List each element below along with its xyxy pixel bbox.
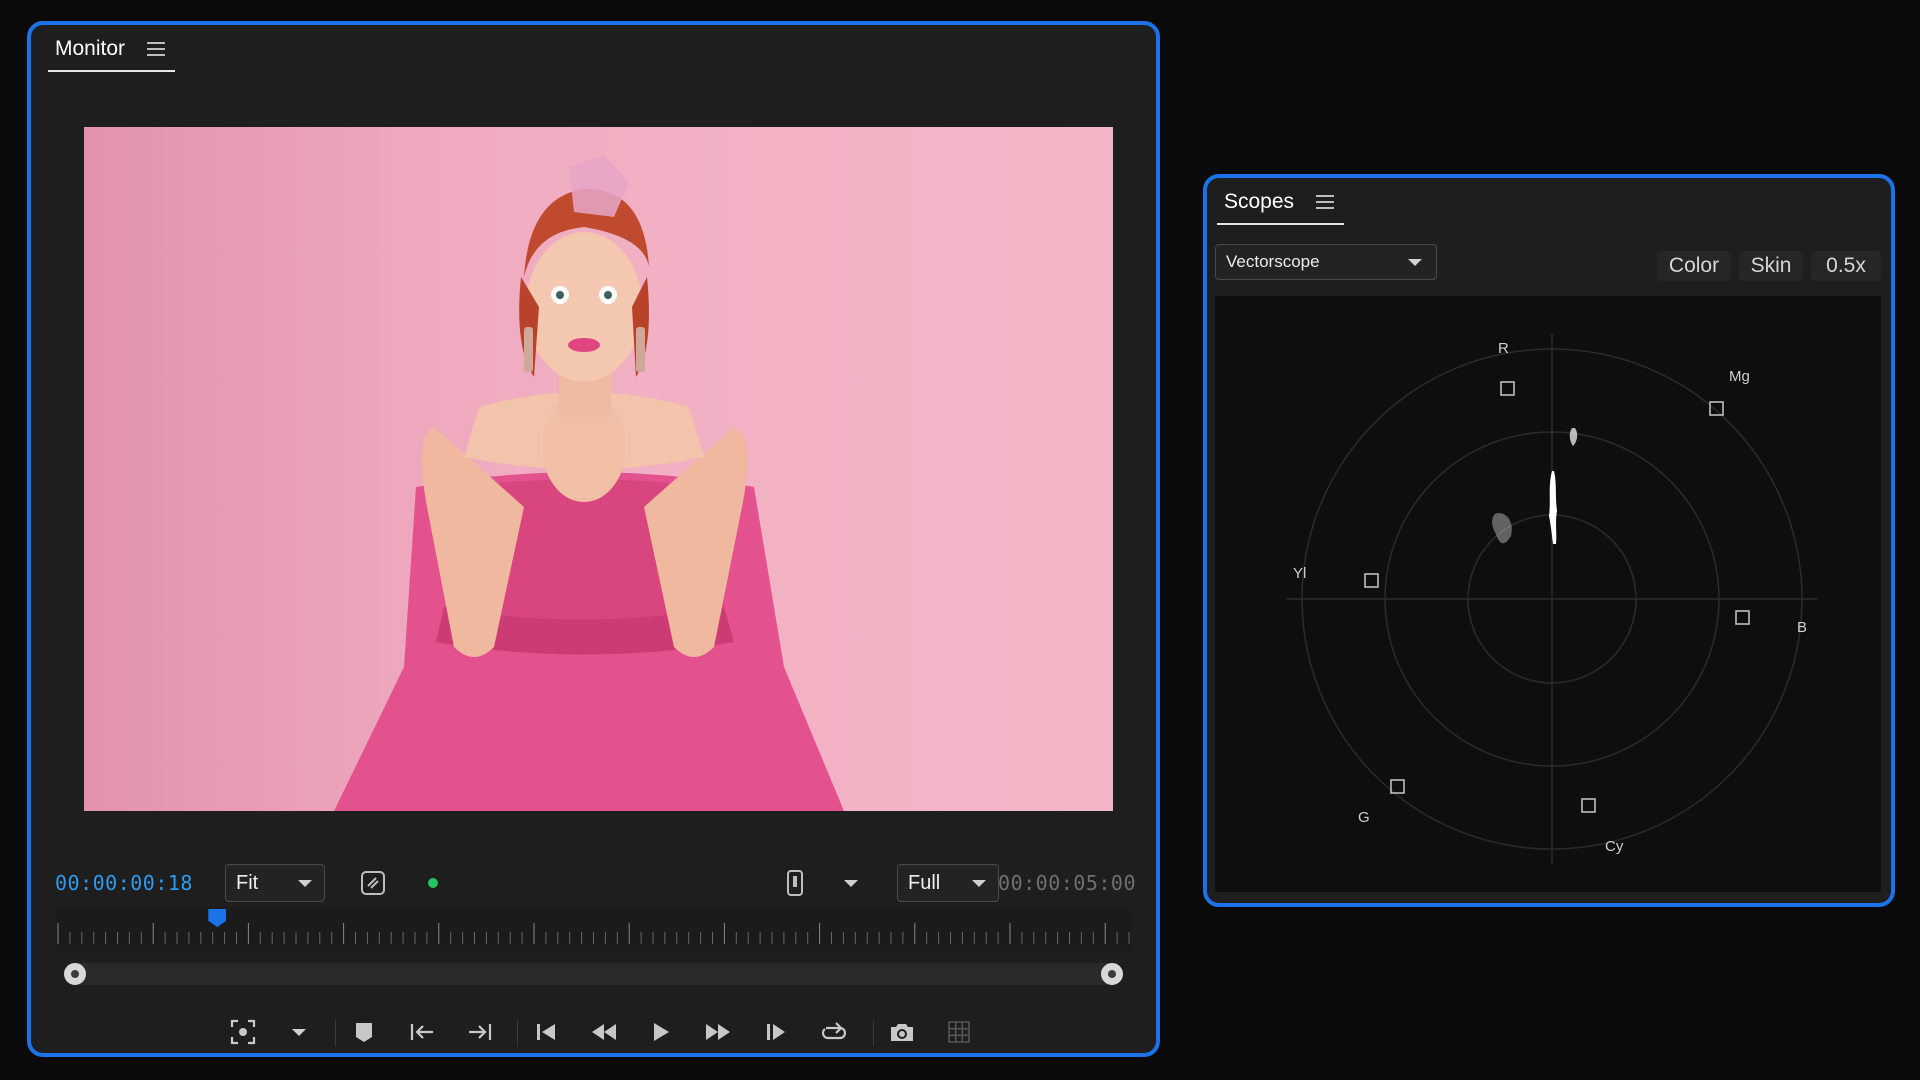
go-to-in-icon: [410, 1024, 433, 1040]
monitor-panel: Monitor 00:00:00:18 Fit Full 00:00:05:00: [27, 21, 1160, 1057]
fast-forward-button[interactable]: [696, 1010, 740, 1054]
video-subject-figure: [334, 155, 844, 811]
chevron-down-icon: [292, 1028, 306, 1036]
scopes-tab-underline: [1217, 223, 1345, 225]
target-mg: [1709, 401, 1724, 416]
separator: [873, 1020, 874, 1046]
scopes-panel: Scopes Vectorscope Color Skin 0.5x R Mg …: [1203, 174, 1895, 907]
zoom-fit-select-value: Fit: [236, 871, 259, 894]
chevron-down-icon: [972, 879, 986, 887]
loop-icon: [821, 1022, 847, 1040]
scope-type-value: Vectorscope: [1226, 252, 1320, 271]
total-duration: 00:00:05:00: [998, 871, 1136, 895]
scopes-menu-icon[interactable]: [1316, 195, 1335, 209]
trace-skin: [1492, 513, 1512, 544]
step-forward-icon: [767, 1024, 785, 1040]
scrollbar-end-handle[interactable]: [1101, 963, 1123, 985]
color-button-label: Color: [1668, 254, 1720, 277]
zoom-button-label: 0.5x: [1826, 254, 1866, 277]
label-g: G: [1358, 809, 1370, 826]
snapshot-button[interactable]: [880, 1010, 924, 1054]
rewind-button[interactable]: [582, 1010, 626, 1054]
quality-select-value: Full: [908, 871, 941, 894]
phone-icon: [787, 870, 803, 896]
focus-button[interactable]: [221, 1010, 265, 1054]
play-button[interactable]: [639, 1010, 683, 1054]
skin-button[interactable]: Skin: [1739, 251, 1803, 281]
device-preview-button[interactable]: [773, 861, 817, 905]
monitor-toolbar: 00:00:00:18 Fit Full 00:00:05:00: [47, 861, 1140, 905]
fast-forward-icon: [706, 1024, 730, 1040]
trace-upper: [1569, 428, 1578, 446]
zoom-fit-select[interactable]: Fit: [225, 864, 325, 902]
monitor-tab-underline: [48, 70, 176, 72]
status-dot: [428, 878, 438, 888]
target-yl: [1364, 573, 1379, 588]
step-back-button[interactable]: [524, 1010, 568, 1054]
marker-icon: [356, 1023, 372, 1042]
focus-icon: [230, 1019, 256, 1045]
video-preview[interactable]: [84, 127, 1113, 811]
scopes-tab-label: Scopes: [1224, 190, 1295, 213]
chevron-down-icon: [844, 879, 858, 887]
rewind-icon: [592, 1024, 616, 1040]
quality-select[interactable]: Full: [897, 864, 999, 902]
separator: [517, 1020, 518, 1046]
safe-margins-icon: [361, 871, 385, 895]
target-cy: [1581, 798, 1596, 813]
transport-controls: [31, 1010, 1156, 1060]
step-back-icon: [537, 1024, 555, 1040]
skin-button-label: Skin: [1750, 254, 1792, 277]
scopes-tab[interactable]: Scopes: [1217, 190, 1345, 225]
monitor-tab-label: Monitor: [55, 37, 126, 60]
vectorscope-graticule: R Mg B Cy G Yl: [1287, 334, 1817, 864]
label-b: B: [1797, 619, 1807, 636]
go-to-out-icon: [469, 1024, 492, 1040]
chevron-down-icon: [1408, 258, 1422, 266]
focus-options-dropdown[interactable]: [277, 1010, 321, 1054]
go-to-in-button[interactable]: [400, 1010, 444, 1054]
scrollbar-start-handle[interactable]: [64, 963, 86, 985]
monitor-tab[interactable]: Monitor: [48, 37, 176, 72]
separator: [335, 1020, 336, 1046]
safe-margins-button[interactable]: [351, 861, 395, 905]
play-icon: [654, 1023, 669, 1041]
vectorscope-display: R Mg B Cy G Yl: [1215, 296, 1881, 892]
grid-icon: [948, 1021, 970, 1043]
monitor-menu-icon[interactable]: [147, 42, 166, 56]
zoom-scrollbar[interactable]: [64, 963, 1123, 985]
label-r: R: [1498, 340, 1509, 357]
target-b: [1735, 610, 1750, 625]
color-button[interactable]: Color: [1657, 251, 1731, 281]
current-timecode[interactable]: 00:00:00:18: [55, 871, 193, 895]
camera-icon: [891, 1024, 913, 1041]
add-marker-button[interactable]: [342, 1010, 386, 1054]
label-cy: Cy: [1605, 838, 1624, 855]
zoom-button[interactable]: 0.5x: [1811, 251, 1881, 281]
label-yl: Yl: [1293, 565, 1306, 582]
label-mg: Mg: [1729, 368, 1750, 385]
timeline-ruler[interactable]: [56, 907, 1131, 985]
loop-button[interactable]: [812, 1010, 856, 1054]
device-options-dropdown[interactable]: [829, 861, 873, 905]
target-r: [1500, 381, 1515, 396]
grid-button[interactable]: [937, 1010, 981, 1054]
scope-type-select[interactable]: Vectorscope: [1215, 244, 1437, 280]
trace-main: [1549, 471, 1557, 544]
go-to-out-button[interactable]: [458, 1010, 502, 1054]
chevron-down-icon: [298, 879, 312, 887]
step-forward-button[interactable]: [754, 1010, 798, 1054]
